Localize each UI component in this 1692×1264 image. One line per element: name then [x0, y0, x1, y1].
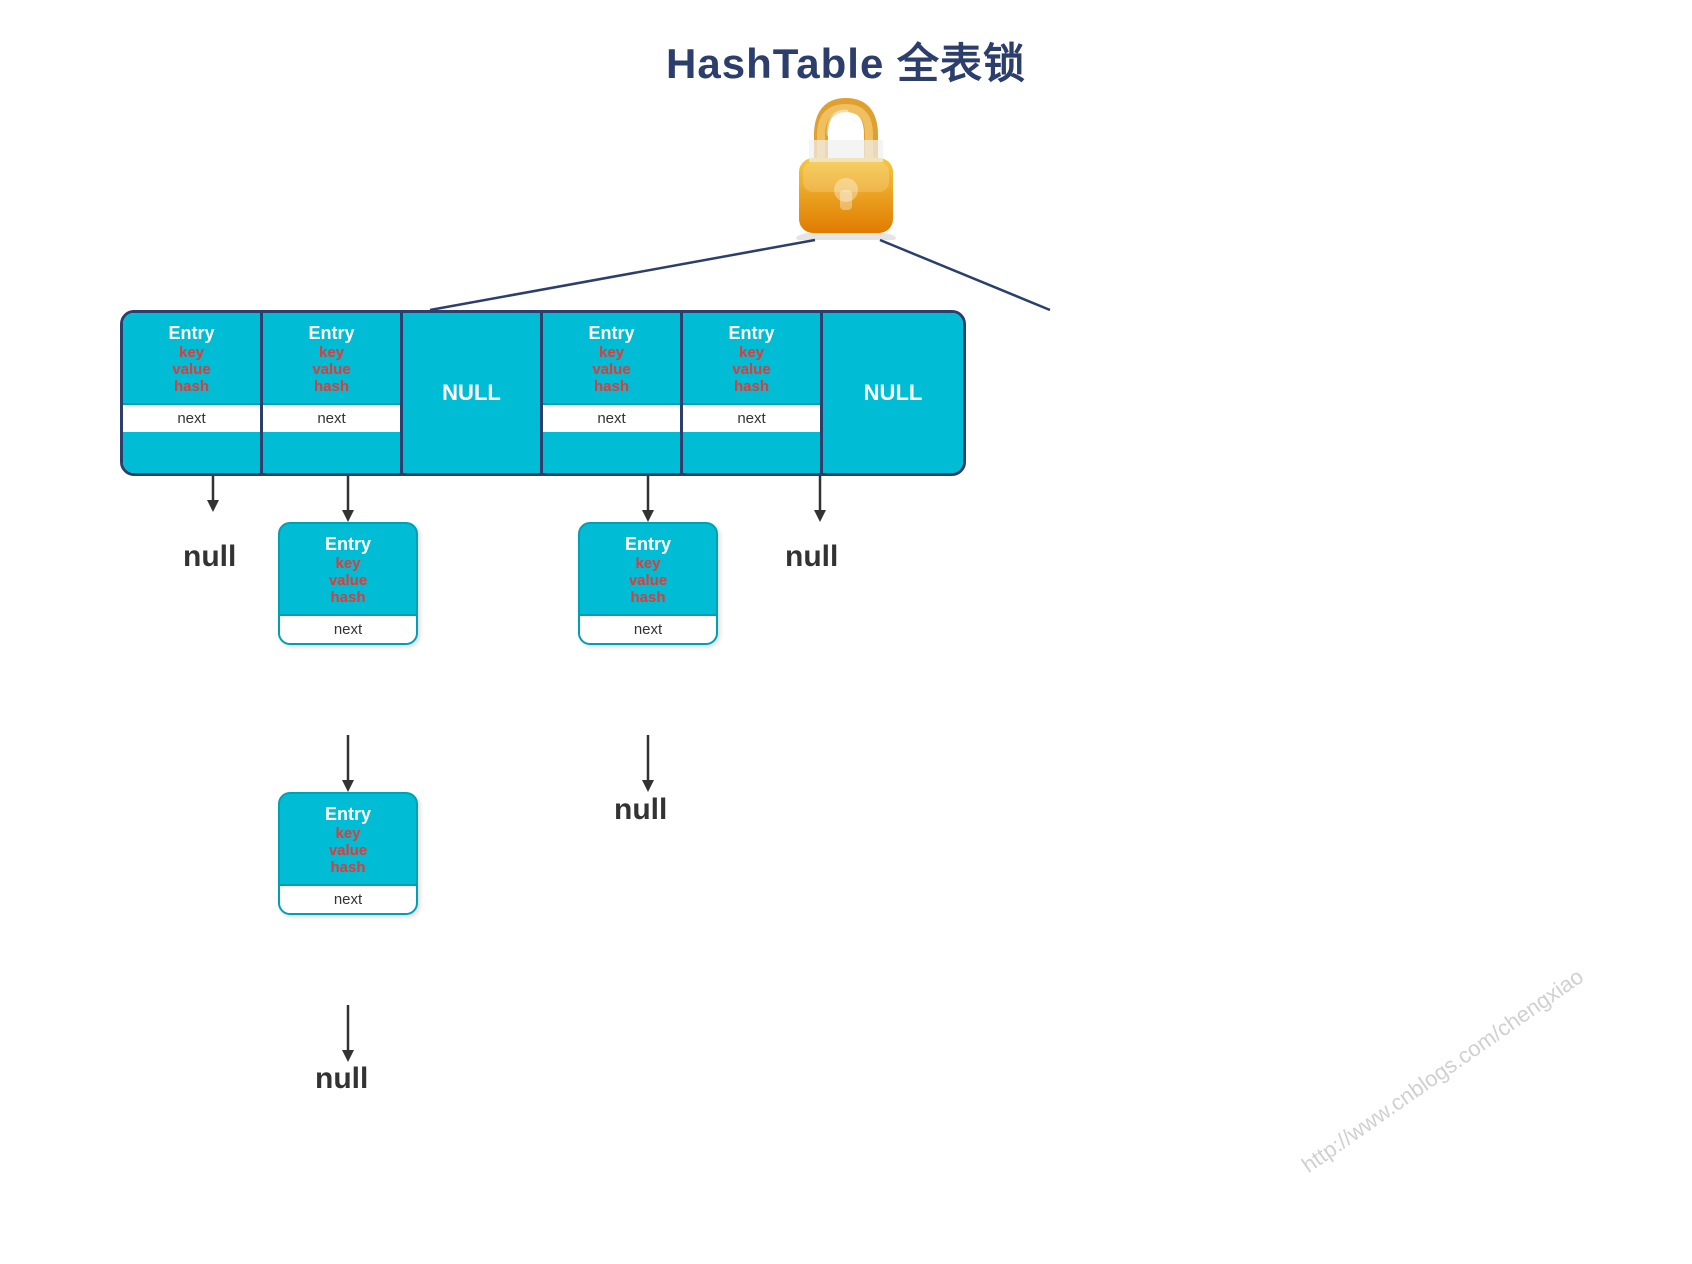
null-label-2: NULL [864, 380, 923, 406]
null-text-chain1c: null [315, 1062, 368, 1096]
entry-key-1: key [123, 344, 260, 361]
chain1c-next: next [280, 884, 416, 913]
table-cell-2: Entry key value hash next [263, 313, 403, 473]
chain-entry-2a: Entry key value hash next [578, 522, 718, 645]
entry-next-2: next [263, 403, 400, 432]
chain1c-hash: hash [280, 859, 416, 876]
chain2a-value: value [580, 572, 716, 589]
chain2a-label: Entry [580, 534, 716, 555]
chain1c-key: key [280, 825, 416, 842]
null-text-chain2a: null [614, 793, 667, 827]
null-text-cell5: null [785, 540, 838, 574]
chain1c-value: value [280, 842, 416, 859]
table-row-1: Entry key value hash next Entry key valu… [120, 310, 966, 476]
entry-hash-2: hash [263, 378, 400, 395]
entry-label-4: Entry [543, 323, 680, 344]
page-title: HashTable 全表锁 [0, 0, 1692, 91]
entry-value-2: value [263, 361, 400, 378]
entry-next-1: next [123, 403, 260, 432]
table-cell-5: Entry key value hash next [683, 313, 823, 473]
entry-hash-1: hash [123, 378, 260, 395]
table-cell-3-null: NULL [403, 313, 543, 473]
entry-next-4: next [543, 403, 680, 432]
chain1c-label: Entry [280, 804, 416, 825]
entry-key-4: key [543, 344, 680, 361]
chain1b-label: Entry [280, 534, 416, 555]
chain2a-hash: hash [580, 589, 716, 606]
chain-entry-1c: Entry key value hash next [278, 792, 418, 915]
table-cell-1: Entry key value hash next [123, 313, 263, 473]
chain1b-key: key [280, 555, 416, 572]
entry-label-1: Entry [123, 323, 260, 344]
watermark: http://www.cnblogs.com/chengxiao [1298, 964, 1589, 1179]
table-cell-6-null: NULL [823, 313, 963, 473]
null-label-1: NULL [442, 380, 501, 406]
lock-icon [781, 90, 911, 240]
entry-hash-4: hash [543, 378, 680, 395]
null-text-1: null [183, 540, 236, 574]
chain2a-key: key [580, 555, 716, 572]
chain2a-next: next [580, 614, 716, 643]
chain1b-next: next [280, 614, 416, 643]
chain1b-hash: hash [280, 589, 416, 606]
entry-label-5: Entry [683, 323, 820, 344]
entry-hash-5: hash [683, 378, 820, 395]
entry-value-4: value [543, 361, 680, 378]
chain-entry-1b: Entry key value hash next [278, 522, 418, 645]
entry-label-2: Entry [263, 323, 400, 344]
entry-key-5: key [683, 344, 820, 361]
entry-value-1: value [123, 361, 260, 378]
entry-value-5: value [683, 361, 820, 378]
chain1b-value: value [280, 572, 416, 589]
entry-next-5: next [683, 403, 820, 432]
table-cell-4: Entry key value hash next [543, 313, 683, 473]
entry-key-2: key [263, 344, 400, 361]
